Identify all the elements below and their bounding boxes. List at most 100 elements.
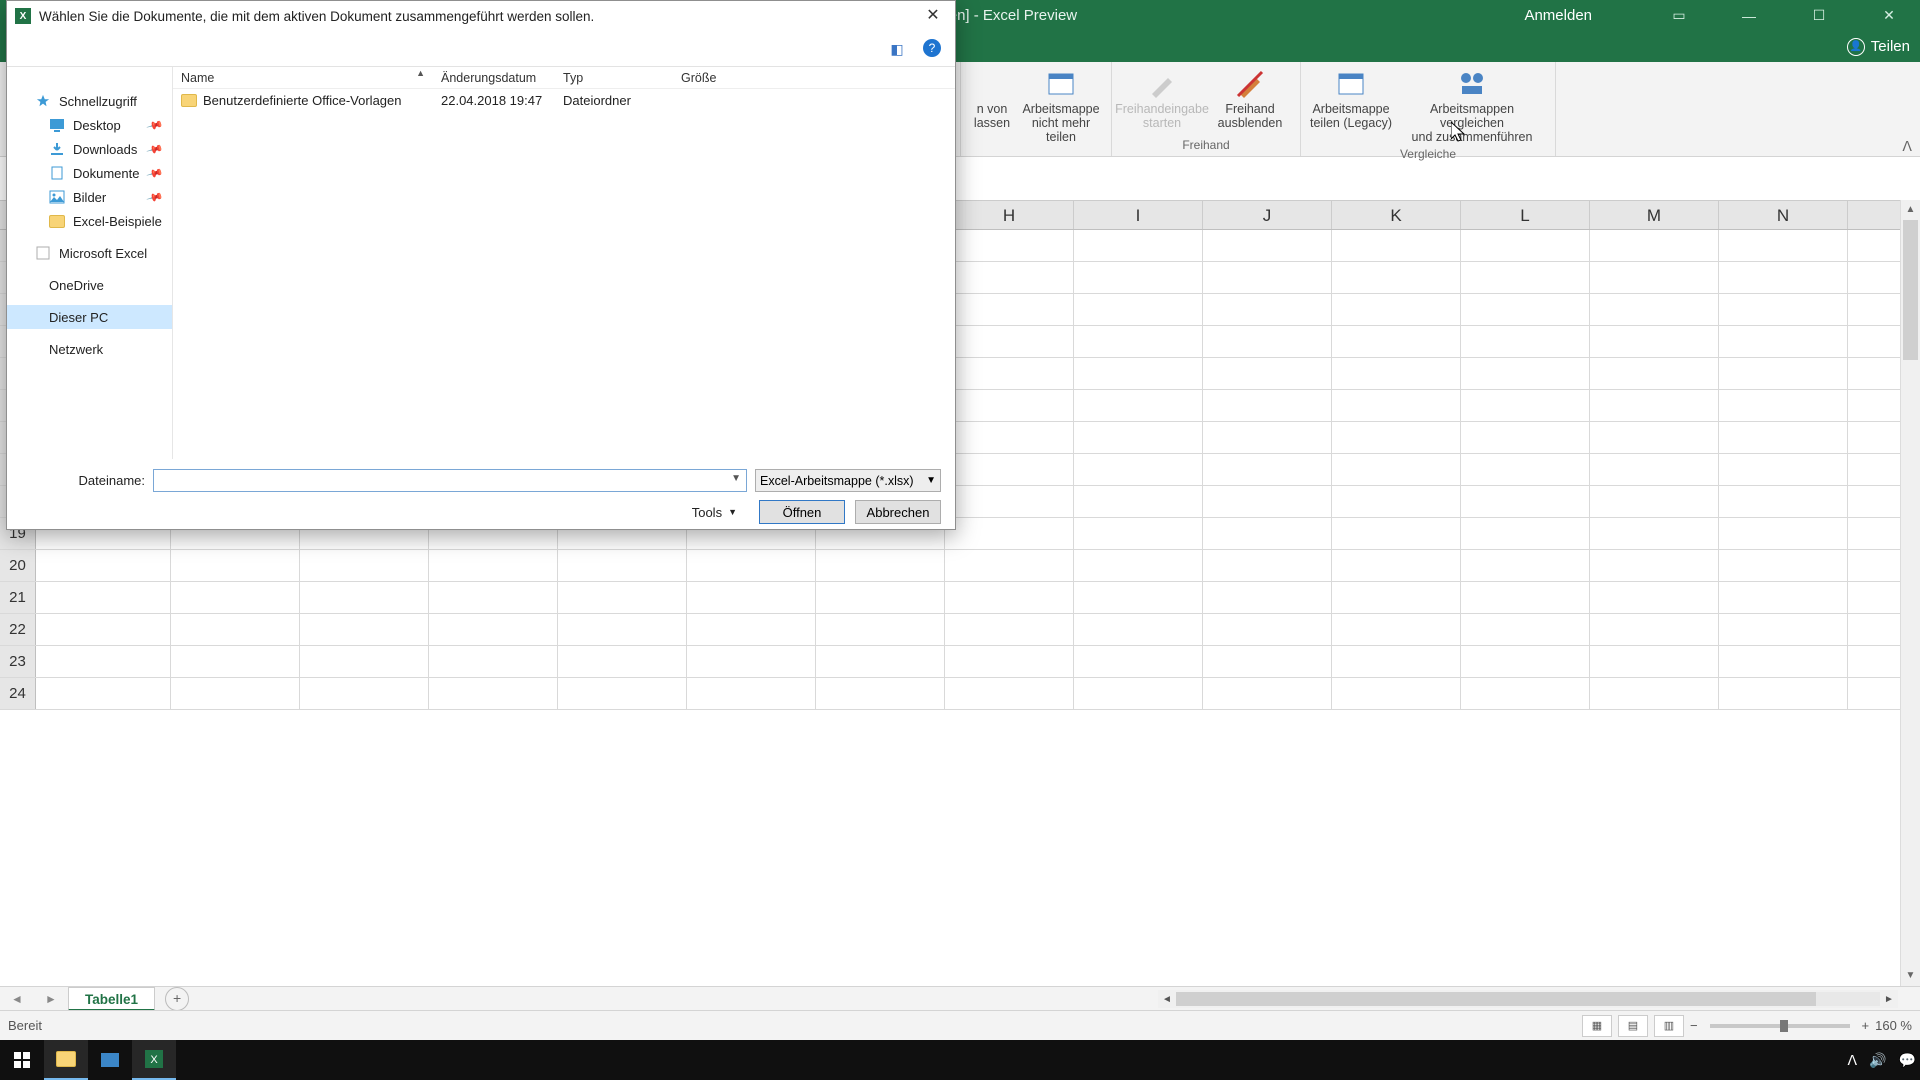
cell[interactable] (1719, 614, 1848, 645)
cell[interactable] (558, 646, 687, 677)
cell[interactable] (1590, 326, 1719, 357)
ribbon-btn-share-legacy[interactable]: Arbeitsmappeteilen (Legacy) (1309, 64, 1393, 144)
col-J[interactable]: J (1203, 201, 1332, 229)
ribbon-btn-compare-merge[interactable]: Arbeitsmappen vergleichenund zusammenfüh… (1397, 64, 1547, 144)
col-N[interactable]: N (1719, 201, 1848, 229)
dialog-titlebar[interactable]: X Wählen Sie die Dokumente, die mit dem … (7, 1, 955, 31)
cell[interactable] (1203, 390, 1332, 421)
cell[interactable] (1719, 422, 1848, 453)
col-M[interactable]: M (1590, 201, 1719, 229)
filename-input[interactable] (153, 469, 747, 492)
zoom-thumb[interactable] (1780, 1020, 1788, 1032)
col-L[interactable]: L (1461, 201, 1590, 229)
cell[interactable] (1719, 358, 1848, 389)
cell[interactable] (300, 614, 429, 645)
col-header-date[interactable]: Änderungsdatum (433, 71, 555, 85)
start-button[interactable] (0, 1040, 44, 1080)
vertical-scrollbar[interactable]: ▲ ▼ (1900, 200, 1920, 986)
cell[interactable] (1074, 230, 1203, 261)
row-header[interactable]: 22 (0, 614, 36, 645)
nav-excel-beispiele[interactable]: Excel-Beispiele (7, 209, 172, 233)
ribbon-btn-changes[interactable]: n vonlassen (969, 64, 1015, 144)
cell[interactable] (1203, 422, 1332, 453)
cell[interactable] (687, 614, 816, 645)
file-type-filter[interactable]: Excel-Arbeitsmappe (*.xlsx) ▼ (755, 469, 941, 492)
cell[interactable] (1461, 294, 1590, 325)
cell[interactable] (1719, 390, 1848, 421)
cell[interactable] (1461, 678, 1590, 709)
cell[interactable] (1461, 358, 1590, 389)
cell[interactable] (1719, 326, 1848, 357)
hscroll-right-icon[interactable]: ► (1880, 994, 1898, 1005)
cell[interactable] (1461, 550, 1590, 581)
cell[interactable] (1332, 454, 1461, 485)
cell[interactable] (1590, 230, 1719, 261)
ribbon-btn-ink-hide[interactable]: Freihandausblenden (1208, 64, 1292, 135)
cell[interactable] (429, 646, 558, 677)
cell[interactable] (687, 550, 816, 581)
cell[interactable] (1332, 390, 1461, 421)
tab-nav-next-icon[interactable]: ► (34, 992, 68, 1006)
ribbon-display-icon[interactable]: ▭ (1656, 0, 1702, 31)
cell[interactable] (945, 454, 1074, 485)
cell[interactable] (816, 582, 945, 613)
cell[interactable] (945, 358, 1074, 389)
col-header-type[interactable]: Typ (555, 71, 673, 85)
cell[interactable] (1203, 454, 1332, 485)
row-header[interactable]: 24 (0, 678, 36, 709)
file-list-item[interactable]: Benutzerdefinierte Office-Vorlagen 22.04… (173, 89, 955, 111)
cell[interactable] (1203, 614, 1332, 645)
cell[interactable] (1461, 582, 1590, 613)
nav-this-pc[interactable]: Dieser PC (7, 305, 172, 329)
cell[interactable] (1590, 646, 1719, 677)
cell[interactable] (1074, 614, 1203, 645)
cell[interactable] (816, 550, 945, 581)
row-header[interactable]: 21 (0, 582, 36, 613)
col-header-size[interactable]: Größe (673, 71, 773, 85)
nav-downloads[interactable]: Downloads📌 (7, 137, 172, 161)
cell[interactable] (945, 518, 1074, 549)
cell[interactable] (1332, 550, 1461, 581)
cell[interactable] (429, 582, 558, 613)
cell[interactable] (1332, 582, 1461, 613)
cell[interactable] (36, 614, 171, 645)
cell[interactable] (300, 646, 429, 677)
cell[interactable] (1074, 486, 1203, 517)
cell[interactable] (1590, 390, 1719, 421)
cell[interactable] (1590, 678, 1719, 709)
cell[interactable] (1719, 550, 1848, 581)
share-button[interactable]: 👤 Teilen (1847, 31, 1910, 62)
cell[interactable] (1203, 262, 1332, 293)
cell[interactable] (1590, 358, 1719, 389)
cell[interactable] (1590, 486, 1719, 517)
cell[interactable] (945, 294, 1074, 325)
cell[interactable] (1461, 326, 1590, 357)
cell[interactable] (1461, 262, 1590, 293)
cell[interactable] (1719, 518, 1848, 549)
help-icon[interactable]: ? (923, 39, 941, 57)
cell[interactable] (1461, 390, 1590, 421)
nav-onedrive[interactable]: OneDrive (7, 273, 172, 297)
row-header[interactable]: 20 (0, 550, 36, 581)
nav-ms-excel[interactable]: Microsoft Excel (7, 241, 172, 265)
cell[interactable] (945, 550, 1074, 581)
cell[interactable] (1074, 262, 1203, 293)
cell[interactable] (945, 230, 1074, 261)
cell[interactable] (1203, 518, 1332, 549)
zoom-in-button[interactable]: + (1862, 1018, 1870, 1033)
cell[interactable] (945, 678, 1074, 709)
cell[interactable] (36, 550, 171, 581)
cell[interactable] (1590, 454, 1719, 485)
hscroll-thumb[interactable] (1176, 992, 1816, 1006)
tray-volume-icon[interactable]: 🔊 (1869, 1052, 1886, 1069)
taskbar-excel[interactable]: X (132, 1040, 176, 1080)
nav-bilder[interactable]: Bilder📌 (7, 185, 172, 209)
cell[interactable] (1074, 678, 1203, 709)
cell[interactable] (1074, 582, 1203, 613)
cell[interactable] (1719, 678, 1848, 709)
view-options-icon[interactable]: ◧ (887, 39, 907, 59)
cell[interactable] (1719, 262, 1848, 293)
cell[interactable] (1461, 486, 1590, 517)
cell[interactable] (1203, 486, 1332, 517)
cell[interactable] (300, 582, 429, 613)
